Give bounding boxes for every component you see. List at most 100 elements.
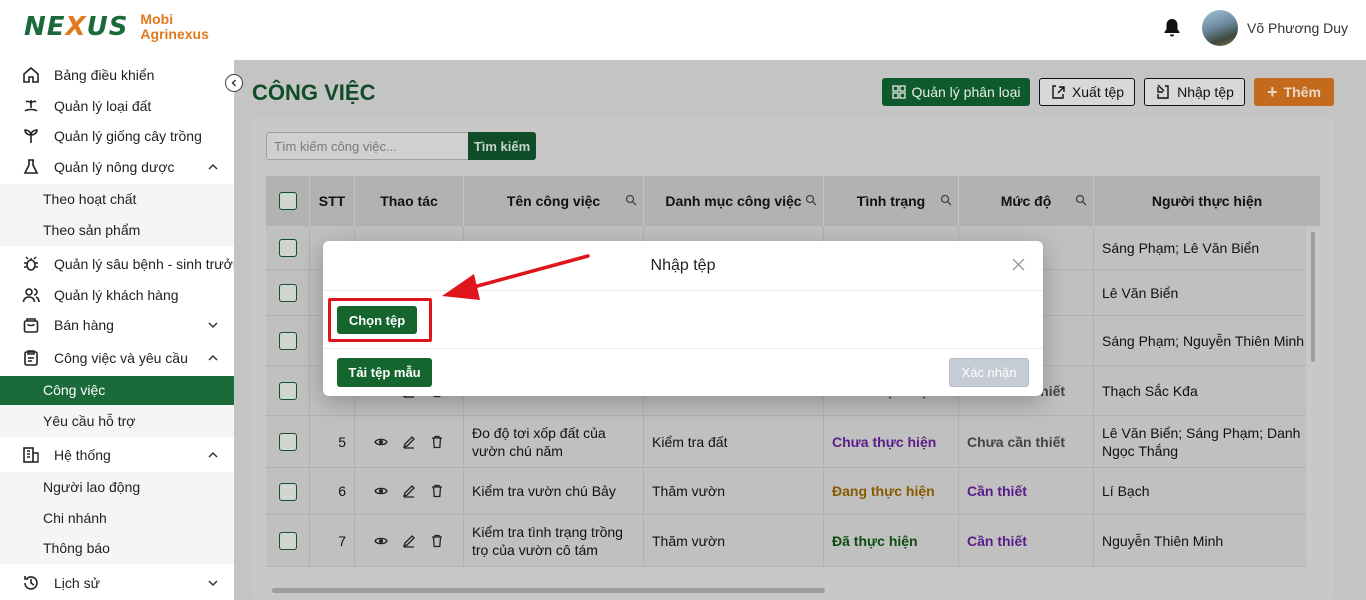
column-header[interactable]: Thao tác — [355, 176, 464, 226]
flask-icon — [23, 159, 39, 174]
export-icon — [1052, 85, 1065, 99]
sidebar-sub-notifications[interactable]: Thông báo — [0, 533, 234, 564]
column-header[interactable]: Mức độ — [959, 176, 1094, 226]
assignee-cell: Lê Văn Biển; Sáng Phạm; Danh Ngọc Thắng — [1102, 424, 1301, 459]
sidebar-item-dashboard[interactable]: Bảng điều khiển — [0, 63, 234, 87]
assignee-cell: Nguyễn Thiên Minh — [1102, 532, 1224, 549]
search-button[interactable]: Tìm kiếm — [468, 132, 536, 160]
status-cell: Chưa thực hiện — [824, 416, 959, 467]
chevron-down-icon — [208, 322, 218, 329]
sidebar-sub-workers[interactable]: Người lao động — [0, 472, 234, 503]
search-icon[interactable] — [625, 194, 637, 206]
sidebar-item-label: Theo sản phẩm — [43, 222, 141, 238]
actions-cell — [355, 416, 464, 467]
status-cell: Đã thực hiện — [824, 515, 959, 566]
sidebar-item-pesticide[interactable]: Quản lý nông dược — [0, 155, 234, 179]
collapse-sidebar-button[interactable] — [225, 74, 243, 92]
column-header[interactable]: STT — [310, 176, 355, 226]
select-all-checkbox[interactable] — [278, 192, 297, 210]
plus-icon: + — [1267, 82, 1278, 102]
search-icon[interactable] — [1075, 194, 1087, 206]
sidebar-item-soil[interactable]: Quản lý loại đất — [0, 94, 234, 118]
column-header-label: Tình trạng — [856, 193, 926, 209]
sidebar-item-label: Người lao động — [43, 479, 141, 495]
sidebar-item-sales[interactable]: Bán hàng — [0, 313, 234, 337]
manage-categories-label: Quản lý phân loại — [911, 84, 1021, 100]
close-icon[interactable] — [1012, 258, 1025, 271]
delete-icon[interactable] — [430, 534, 444, 548]
delete-icon[interactable] — [430, 484, 444, 498]
vertical-scrollbar[interactable] — [1311, 232, 1315, 362]
assignee-cell: Sáng Phạm; Lê Văn Biển — [1102, 239, 1260, 256]
search-input[interactable]: Tìm kiếm công việc... — [266, 132, 469, 160]
sidebar-item-plants[interactable]: Quản lý giống cây trồng — [0, 124, 234, 148]
view-icon[interactable] — [374, 435, 388, 449]
user-name[interactable]: Võ Phương Duy — [1247, 20, 1348, 36]
category-cell: Thăm vườn — [644, 515, 824, 566]
table-row[interactable]: 5 Đo độ tơi xốp đất của vườn chú năm Kiểm … — [266, 416, 1306, 468]
actions-cell — [355, 515, 464, 566]
sidebar-sub-active-ingredient[interactable]: Theo hoạt chất — [0, 184, 234, 214]
table-row[interactable]: 6 Kiểm tra vườn chú Bảy Thăm vườn Đang thực… — [266, 468, 1306, 515]
column-header[interactable]: Danh mục công việc — [644, 176, 824, 226]
sidebar-item-tasks[interactable]: Công việc và yêu cầu — [0, 346, 234, 370]
sidebar-item-customers[interactable]: Quản lý khách hàng — [0, 283, 234, 307]
confirm-button[interactable]: Xác nhận — [949, 358, 1029, 387]
assignee-cell: Sáng Phạm; Nguyễn Thiên Minh — [1102, 332, 1305, 349]
search-icon[interactable] — [805, 194, 817, 206]
delete-icon[interactable] — [430, 435, 444, 449]
edit-icon[interactable] — [402, 435, 416, 449]
row-checkbox-cell — [266, 316, 310, 365]
sidebar-sub-support[interactable]: Yêu cầu hỗ trợ — [0, 405, 234, 437]
sidebar-sub-product[interactable]: Theo sản phẩm — [0, 214, 234, 246]
row-checkbox[interactable] — [279, 433, 297, 451]
search-icon[interactable] — [940, 194, 952, 206]
row-checkbox-cell — [266, 416, 310, 467]
row-checkbox[interactable] — [279, 332, 297, 350]
avatar[interactable] — [1202, 10, 1238, 46]
sidebar-sub-tasks[interactable]: Công việc — [0, 376, 234, 405]
soil-icon — [24, 100, 38, 112]
row-checkbox[interactable] — [279, 284, 297, 302]
sidebar-item-system[interactable]: Hệ thống — [0, 443, 234, 467]
row-actions — [355, 484, 463, 498]
bell-icon[interactable] — [1163, 18, 1181, 38]
sidebar-item-label: Quản lý loại đất — [54, 98, 152, 114]
add-button[interactable]: + Thêm — [1254, 78, 1334, 106]
manage-categories-button[interactable]: Quản lý phân loại — [882, 78, 1030, 106]
top-bar: NEXUS Mobi Agrinexus Võ Phương Duy — [0, 0, 1366, 60]
table-header: STT Thao tác Tên công việc Danh mục công… — [266, 176, 1320, 226]
sidebar-item-pests[interactable]: Quản lý sâu bệnh - sinh trưởng — [0, 252, 248, 276]
view-icon[interactable] — [374, 534, 388, 548]
level-cell: Chưa cần thiết — [959, 416, 1094, 467]
column-header-label: Mức độ — [1000, 193, 1052, 209]
row-checkbox[interactable] — [279, 382, 297, 400]
column-header[interactable]: Người thực hiện — [1094, 176, 1320, 226]
row-checkbox[interactable] — [279, 482, 297, 501]
export-button[interactable]: Xuất tệp — [1039, 78, 1135, 106]
sidebar-sub-branches[interactable]: Chi nhánh — [0, 503, 234, 533]
import-button[interactable]: Nhập tệp — [1144, 78, 1245, 106]
sidebar-item-label: Yêu cầu hỗ trợ — [43, 413, 136, 429]
row-checkbox-cell — [266, 366, 310, 415]
row-checkbox[interactable] — [279, 532, 297, 550]
history-icon — [24, 576, 38, 590]
building-icon — [23, 447, 39, 463]
sidebar-item-label: Thông báo — [43, 540, 110, 556]
column-header[interactable]: Tên công việc — [464, 176, 644, 226]
row-checkbox[interactable] — [279, 239, 297, 257]
table-row[interactable]: 7 Kiểm tra tình trạng trồng trọ của vườn … — [266, 515, 1306, 567]
column-header[interactable]: Tình trạng — [824, 176, 959, 226]
sidebar-item-label: Lịch sử — [54, 575, 100, 591]
sidebar-item-label: Bảng điều khiển — [54, 67, 155, 83]
edit-icon[interactable] — [402, 534, 416, 548]
header-checkbox-cell — [266, 176, 310, 226]
view-icon[interactable] — [374, 484, 388, 498]
edit-icon[interactable] — [402, 484, 416, 498]
download-template-button[interactable]: Tải tệp mẫu — [337, 358, 432, 387]
brand-logo[interactable]: NEXUS Mobi Agrinexus — [24, 12, 209, 43]
sidebar-item-label: Chi nhánh — [43, 510, 107, 526]
horizontal-scrollbar[interactable] — [272, 588, 825, 593]
sidebar-item-history[interactable]: Lịch sử — [0, 571, 234, 595]
logo-mark: NEXUS — [24, 12, 129, 42]
